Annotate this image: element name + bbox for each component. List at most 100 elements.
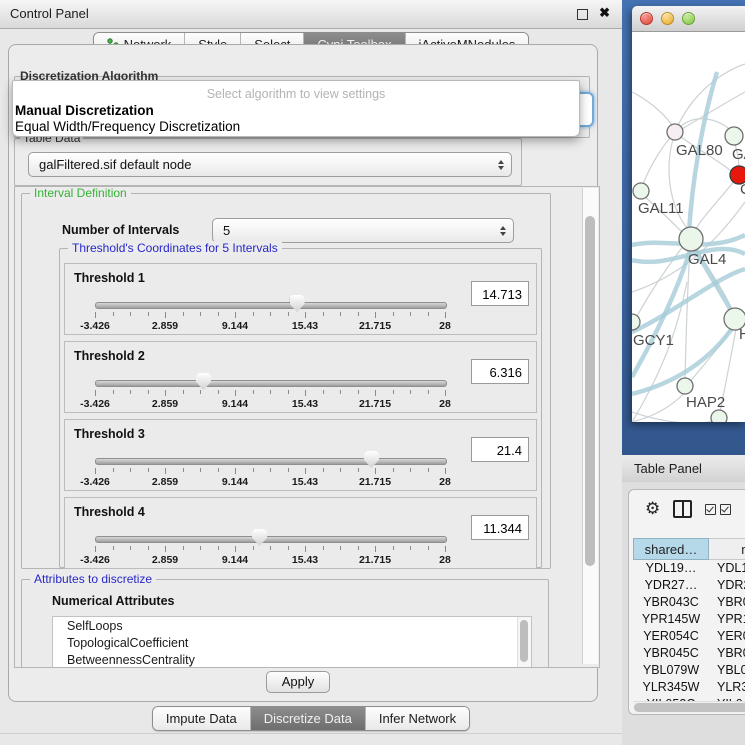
network-window-titlebar[interactable] bbox=[632, 6, 745, 32]
slider-tick bbox=[183, 546, 184, 550]
cell-name[interactable]: YDL1 bbox=[709, 560, 745, 577]
panel-vertical-scrollbar[interactable] bbox=[582, 188, 598, 664]
network-node[interactable] bbox=[725, 127, 743, 145]
threshold-value-field[interactable]: 11.344 bbox=[471, 515, 529, 540]
table-row[interactable]: YBL079WYBL0 bbox=[633, 662, 745, 679]
table-row[interactable]: YDL19…YDL1 bbox=[633, 560, 745, 577]
number-of-intervals-label: Number of Intervals bbox=[62, 223, 179, 237]
threshold-value-field[interactable]: 21.4 bbox=[471, 437, 529, 462]
numerical-attributes-list[interactable]: SelfLoopsTopologicalCoefficientBetweenne… bbox=[52, 616, 532, 668]
tab-impute-data[interactable]: Impute Data bbox=[153, 707, 250, 730]
cell-name[interactable]: YER0 bbox=[709, 628, 745, 645]
control-panel-titlebar: Control Panel ✖ bbox=[0, 0, 622, 29]
attribute-item-betweennesscentrality[interactable]: BetweennessCentrality bbox=[53, 651, 531, 668]
slider-tick bbox=[253, 390, 254, 394]
zoom-window-button[interactable] bbox=[682, 12, 695, 25]
number-of-intervals-combobox[interactable]: 5 bbox=[212, 218, 514, 243]
table-row[interactable]: YLR345WYLR3 bbox=[633, 679, 745, 696]
cell-name[interactable]: YBR0 bbox=[709, 594, 745, 611]
table-row[interactable]: YER054CYER0 bbox=[633, 628, 745, 645]
checkbox-icon[interactable] bbox=[720, 504, 731, 515]
tab-infer-network[interactable]: Infer Network bbox=[365, 707, 469, 730]
dropdown-option-manual-discretization[interactable]: Manual Discretization bbox=[15, 103, 154, 118]
apply-button[interactable]: Apply bbox=[266, 671, 330, 693]
slider-track[interactable] bbox=[95, 380, 447, 387]
slider-thumb[interactable] bbox=[196, 373, 211, 390]
slider-thumb[interactable] bbox=[290, 295, 305, 312]
slider-tick-label: 28 bbox=[413, 398, 477, 410]
slider-tick bbox=[148, 546, 149, 550]
cell-shared-name[interactable]: YER054C bbox=[633, 628, 709, 645]
close-window-button[interactable] bbox=[640, 12, 653, 25]
table-data-combobox[interactable]: galFiltered.sif default node bbox=[28, 152, 512, 177]
checkbox-icon[interactable] bbox=[705, 504, 716, 515]
column-header-name[interactable]: na bbox=[709, 538, 745, 560]
threshold-slider[interactable]: -3.4262.8599.14415.4321.71528 bbox=[95, 378, 445, 408]
cell-shared-name[interactable]: YBR043C bbox=[633, 594, 709, 611]
slider-tick-label: 2.859 bbox=[133, 398, 197, 410]
network-node[interactable] bbox=[677, 378, 693, 394]
dropdown-option-equal-width-frequency-discretization[interactable]: Equal Width/Frequency Discretization bbox=[15, 119, 240, 134]
minimize-window-button[interactable] bbox=[661, 12, 674, 25]
slider-track[interactable] bbox=[95, 536, 447, 543]
settings-gear-icon[interactable]: ⚙ bbox=[645, 500, 660, 518]
network-view-window[interactable]: GAL80GACGAL11GAL4GCY1HHAP2 bbox=[632, 6, 745, 422]
cell-shared-name[interactable]: YBR045C bbox=[633, 645, 709, 662]
cell-name[interactable]: YBR0 bbox=[709, 645, 745, 662]
network-node[interactable] bbox=[667, 124, 683, 140]
slider-thumb[interactable] bbox=[364, 451, 379, 468]
slider-tick bbox=[148, 468, 149, 472]
cell-name[interactable]: YBL0 bbox=[709, 662, 745, 679]
threshold-slider[interactable]: -3.4262.8599.14415.4321.71528 bbox=[95, 534, 445, 564]
threshold-value-field[interactable]: 6.316 bbox=[471, 359, 529, 384]
cell-name[interactable]: YLR3 bbox=[709, 679, 745, 696]
float-window-icon[interactable] bbox=[577, 9, 588, 20]
tab-discretize-data[interactable]: Discretize Data bbox=[250, 707, 365, 730]
table-horizontal-scrollbar[interactable] bbox=[633, 701, 745, 713]
cell-shared-name[interactable]: YDL19… bbox=[633, 560, 709, 577]
column-header-shared-name[interactable]: shared… bbox=[633, 538, 709, 560]
slider-tick bbox=[148, 312, 149, 316]
cell-shared-name[interactable]: YLR345W bbox=[633, 679, 709, 696]
scrollbar-thumb[interactable] bbox=[520, 620, 528, 662]
network-canvas[interactable]: GAL80GACGAL11GAL4GCY1HHAP2 bbox=[632, 32, 745, 422]
table-row[interactable]: YBR045CYBR0 bbox=[633, 645, 745, 662]
cell-name[interactable]: YPR1 bbox=[709, 611, 745, 628]
cell-name[interactable]: YDR2 bbox=[709, 577, 745, 594]
slider-tick bbox=[183, 312, 184, 316]
threshold-slider[interactable]: -3.4262.8599.14415.4321.71528 bbox=[95, 456, 445, 486]
cell-shared-name[interactable]: YPR145W bbox=[633, 611, 709, 628]
network-node[interactable] bbox=[679, 227, 703, 251]
slider-track[interactable] bbox=[95, 302, 447, 309]
slider-tick-label: 9.144 bbox=[203, 320, 267, 332]
close-icon[interactable]: ✖ bbox=[599, 5, 610, 21]
slider-tick bbox=[305, 390, 306, 396]
cell-shared-name[interactable]: YBL079W bbox=[633, 662, 709, 679]
attribute-item-selfloops[interactable]: SelfLoops bbox=[53, 617, 531, 634]
slider-tick bbox=[218, 546, 219, 550]
slider-track[interactable] bbox=[95, 458, 447, 465]
table-row[interactable]: YDR27…YDR2 bbox=[633, 577, 745, 594]
network-edge bbox=[632, 92, 674, 128]
network-node[interactable] bbox=[711, 410, 727, 422]
scrollbar-thumb[interactable] bbox=[634, 703, 745, 712]
slider-tick-label: 21.715 bbox=[343, 476, 407, 488]
slider-tick bbox=[410, 468, 411, 472]
network-node[interactable] bbox=[633, 183, 649, 199]
divider bbox=[0, 733, 622, 734]
slider-tick-label: 28 bbox=[413, 554, 477, 566]
table-row[interactable]: YPR145WYPR1 bbox=[633, 611, 745, 628]
slider-tick bbox=[113, 546, 114, 550]
split-view-icon[interactable] bbox=[673, 500, 692, 518]
threshold-value-field[interactable]: 14.713 bbox=[471, 281, 529, 306]
slider-thumb[interactable] bbox=[252, 529, 267, 546]
table-row[interactable]: YBR043CYBR0 bbox=[633, 594, 745, 611]
slider-tick bbox=[340, 390, 341, 394]
threshold-slider[interactable]: -3.4262.8599.14415.4321.71528 bbox=[95, 300, 445, 330]
slider-tick bbox=[445, 312, 446, 318]
scrollbar-thumb[interactable] bbox=[585, 216, 595, 566]
slider-tick bbox=[445, 468, 446, 474]
attribute-item-topologicalcoefficient[interactable]: TopologicalCoefficient bbox=[53, 634, 531, 651]
cell-shared-name[interactable]: YDR27… bbox=[633, 577, 709, 594]
attributes-list-scrollbar[interactable] bbox=[517, 617, 531, 667]
